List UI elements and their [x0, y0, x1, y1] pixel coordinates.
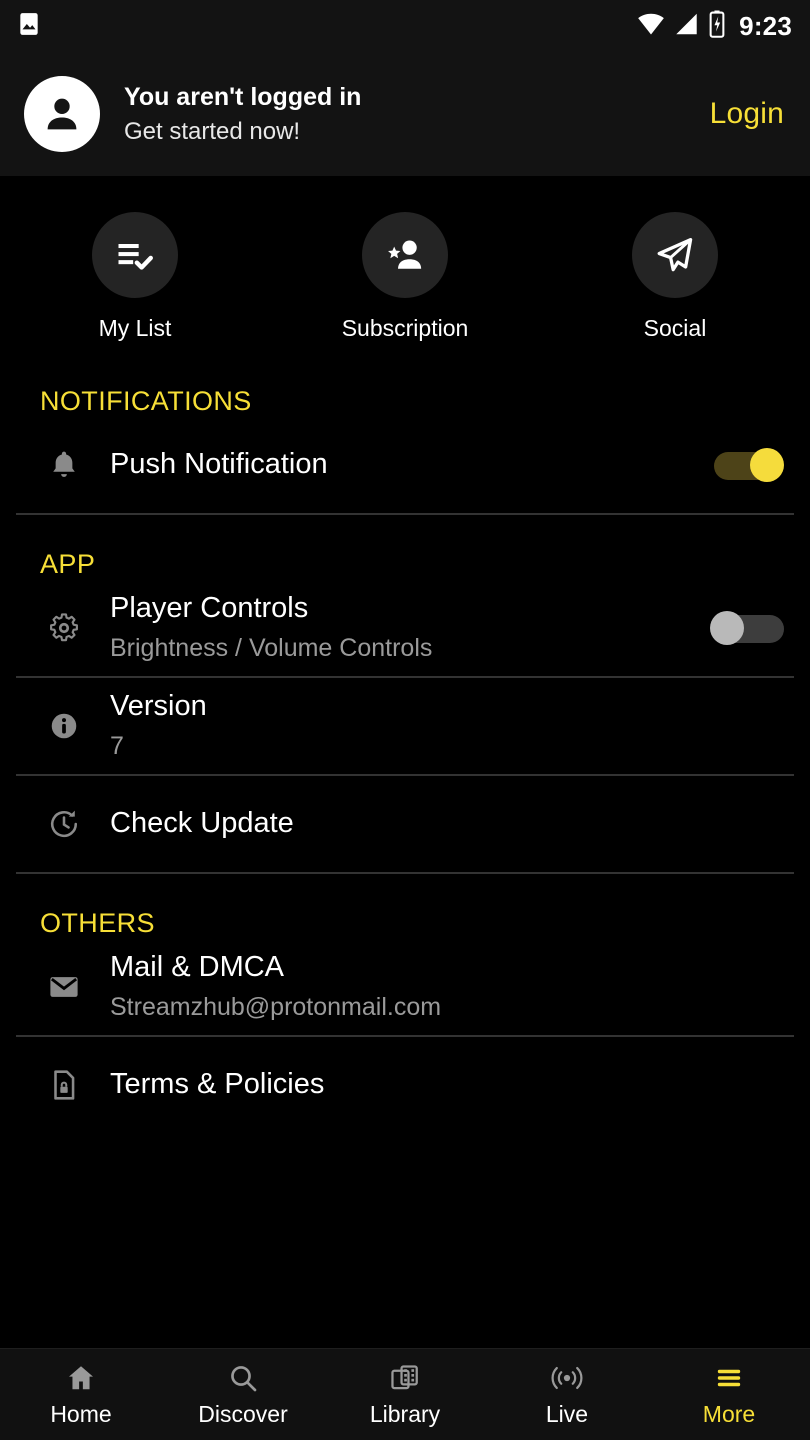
person-avatar-icon: [39, 91, 85, 137]
player-controls-toggle[interactable]: [710, 611, 784, 645]
row-text: Check Update: [110, 806, 784, 841]
nav-label: Library: [370, 1401, 440, 1428]
settings-scroll-area[interactable]: My List Subscription: [0, 176, 810, 1348]
row-icon-wrap: [40, 710, 88, 742]
settings-row-check-update[interactable]: Check Update: [0, 776, 810, 872]
status-bar-clock: 9:23: [739, 11, 792, 42]
toggle-thumb: [710, 611, 744, 645]
nav-label: Live: [546, 1401, 588, 1428]
section-title-others: OTHERS: [0, 874, 810, 939]
quick-action-label: Social: [644, 315, 707, 342]
settings-row-version[interactable]: Version 7: [0, 678, 810, 774]
row-icon-wrap: [40, 611, 88, 645]
bell-icon: [47, 448, 81, 482]
avatar: [24, 76, 100, 152]
gear-icon: [47, 611, 81, 645]
app-screen: 9:23 You aren't logged in Get started no…: [0, 0, 810, 1440]
nav-label: Home: [50, 1401, 111, 1428]
film-stack-icon: [389, 1362, 421, 1394]
nav-label: More: [703, 1401, 755, 1428]
bottom-navigation: Home Discover Library: [0, 1348, 810, 1440]
nav-item-discover[interactable]: Discover: [162, 1362, 324, 1428]
quick-action-my-list[interactable]: My List: [0, 212, 270, 342]
row-icon-wrap: [40, 807, 88, 841]
row-title: Push Notification: [110, 447, 710, 482]
quick-action-subscription[interactable]: Subscription: [270, 212, 540, 342]
row-title: Version: [110, 689, 784, 724]
account-title: You aren't logged in: [124, 81, 706, 113]
row-icon-wrap: [40, 1068, 88, 1102]
row-text: Player Controls Brightness / Volume Cont…: [110, 591, 710, 665]
wifi-icon: [637, 12, 665, 41]
cellular-signal-icon: [674, 12, 699, 41]
row-title: Check Update: [110, 806, 784, 841]
push-notification-toggle[interactable]: [710, 448, 784, 482]
settings-row-push-notification[interactable]: Push Notification: [0, 417, 810, 513]
row-icon-wrap: [40, 970, 88, 1004]
battery-charging-icon: [708, 10, 726, 43]
row-text: Push Notification: [110, 447, 710, 482]
nav-label: Discover: [198, 1401, 287, 1428]
row-title: Terms & Policies: [110, 1067, 784, 1102]
section-title-notifications: NOTIFICATIONS: [0, 352, 810, 417]
row-text: Terms & Policies: [110, 1067, 784, 1102]
status-bar-right: 9:23: [637, 10, 792, 43]
settings-row-mail-dmca[interactable]: Mail & DMCA Streamzhub@protonmail.com: [0, 939, 810, 1035]
home-icon: [65, 1362, 97, 1394]
update-clock-icon: [47, 807, 81, 841]
status-bar-left: [16, 11, 42, 42]
settings-row-player-controls[interactable]: Player Controls Brightness / Volume Cont…: [0, 580, 810, 676]
row-title: Mail & DMCA: [110, 950, 784, 985]
nav-item-library[interactable]: Library: [324, 1362, 486, 1428]
envelope-icon: [47, 970, 81, 1004]
row-subtitle: Streamzhub@protonmail.com: [110, 991, 784, 1024]
section-list-others: Mail & DMCA Streamzhub@protonmail.com Te…: [0, 939, 810, 1133]
info-icon: [48, 710, 80, 742]
nav-item-home[interactable]: Home: [0, 1362, 162, 1428]
login-button[interactable]: Login: [706, 89, 788, 139]
account-text: You aren't logged in Get started now!: [124, 81, 706, 147]
section-list-app: Player Controls Brightness / Volume Cont…: [0, 580, 810, 872]
hamburger-icon: [713, 1362, 745, 1394]
playlist-check-icon: [113, 233, 157, 277]
quick-action-icon-wrap: [362, 212, 448, 298]
account-header[interactable]: You aren't logged in Get started now! Lo…: [0, 52, 810, 176]
row-text: Version 7: [110, 689, 784, 763]
paper-plane-icon: [653, 233, 697, 277]
nav-item-live[interactable]: Live: [486, 1362, 648, 1428]
quick-actions: My List Subscription: [0, 176, 810, 352]
document-lock-icon: [47, 1068, 81, 1102]
account-subtitle: Get started now!: [124, 116, 706, 147]
row-subtitle: Brightness / Volume Controls: [110, 632, 710, 665]
quick-action-icon-wrap: [92, 212, 178, 298]
settings-row-terms-policies[interactable]: Terms & Policies: [0, 1037, 810, 1133]
nav-item-more[interactable]: More: [648, 1362, 810, 1428]
row-icon-wrap: [40, 448, 88, 482]
section-list-notifications: Push Notification: [0, 417, 810, 513]
toggle-thumb: [750, 448, 784, 482]
search-icon: [227, 1362, 259, 1394]
row-subtitle: 7: [110, 730, 784, 763]
section-title-app: APP: [0, 515, 810, 580]
quick-action-social[interactable]: Social: [540, 212, 810, 342]
person-star-icon: [383, 233, 427, 277]
row-title: Player Controls: [110, 591, 710, 626]
quick-action-label: My List: [99, 315, 172, 342]
image-icon: [16, 11, 42, 42]
status-bar: 9:23: [0, 0, 810, 52]
broadcast-icon: [550, 1362, 584, 1394]
row-text: Mail & DMCA Streamzhub@protonmail.com: [110, 950, 784, 1024]
quick-action-label: Subscription: [342, 315, 469, 342]
quick-action-icon-wrap: [632, 212, 718, 298]
